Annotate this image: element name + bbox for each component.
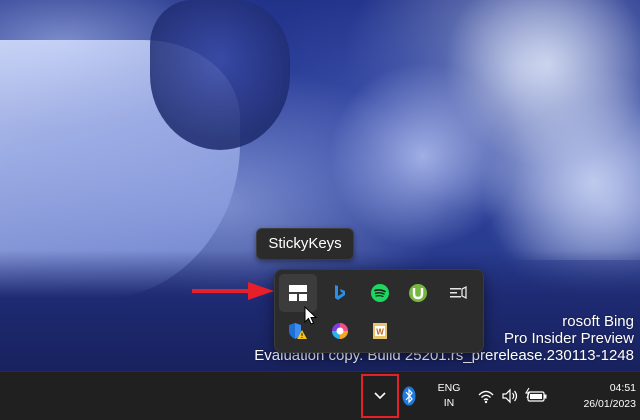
volume-icon [502,388,518,404]
screen-cast-icon [450,285,467,300]
clock-date: 26/01/2023 [583,398,636,410]
tray-item-word[interactable]: W [361,312,399,350]
stickykeys-tooltip: StickyKeys [256,228,354,260]
snowy-trees-left [150,0,290,150]
battery-charging-icon [525,387,547,402]
watermark-line-2: Pro Insider Preview [503,330,634,347]
tray-item-spotify[interactable] [361,274,399,312]
clock-time: 04:51 [609,382,636,394]
language-region: IN [443,397,455,409]
stickykeys-icon [289,285,307,301]
show-hidden-icons-button[interactable] [361,374,399,418]
wifi-icon [478,390,494,404]
utorrent-icon [409,284,427,302]
bluetooth-icon[interactable] [402,386,416,406]
tray-item-utorrent[interactable] [399,274,437,312]
mouse-cursor-icon [304,306,318,325]
input-language-indicator[interactable]: ENG IN [432,381,466,411]
watermark-line-1: rosoft Bing [562,313,634,330]
snowy-trees-right [330,0,640,260]
spotify-icon [371,284,389,302]
tray-item-bing[interactable] [321,274,359,312]
system-status-icons[interactable] [477,387,549,405]
svg-text:W: W [376,328,384,337]
copilot-icon [332,323,348,339]
taskbar: ENG IN 04:51 26/01/2023 [0,371,640,420]
tray-item-copilot[interactable] [321,312,359,350]
language-code: ENG [437,382,461,394]
chevron-down-icon [374,392,386,400]
tray-item-screen-cast[interactable] [439,274,477,312]
bing-icon [335,285,345,300]
taskbar-clock[interactable]: 04:51 26/01/2023 [554,380,636,412]
office-word-icon: W [373,323,387,339]
red-arrow-annotation [192,282,274,300]
